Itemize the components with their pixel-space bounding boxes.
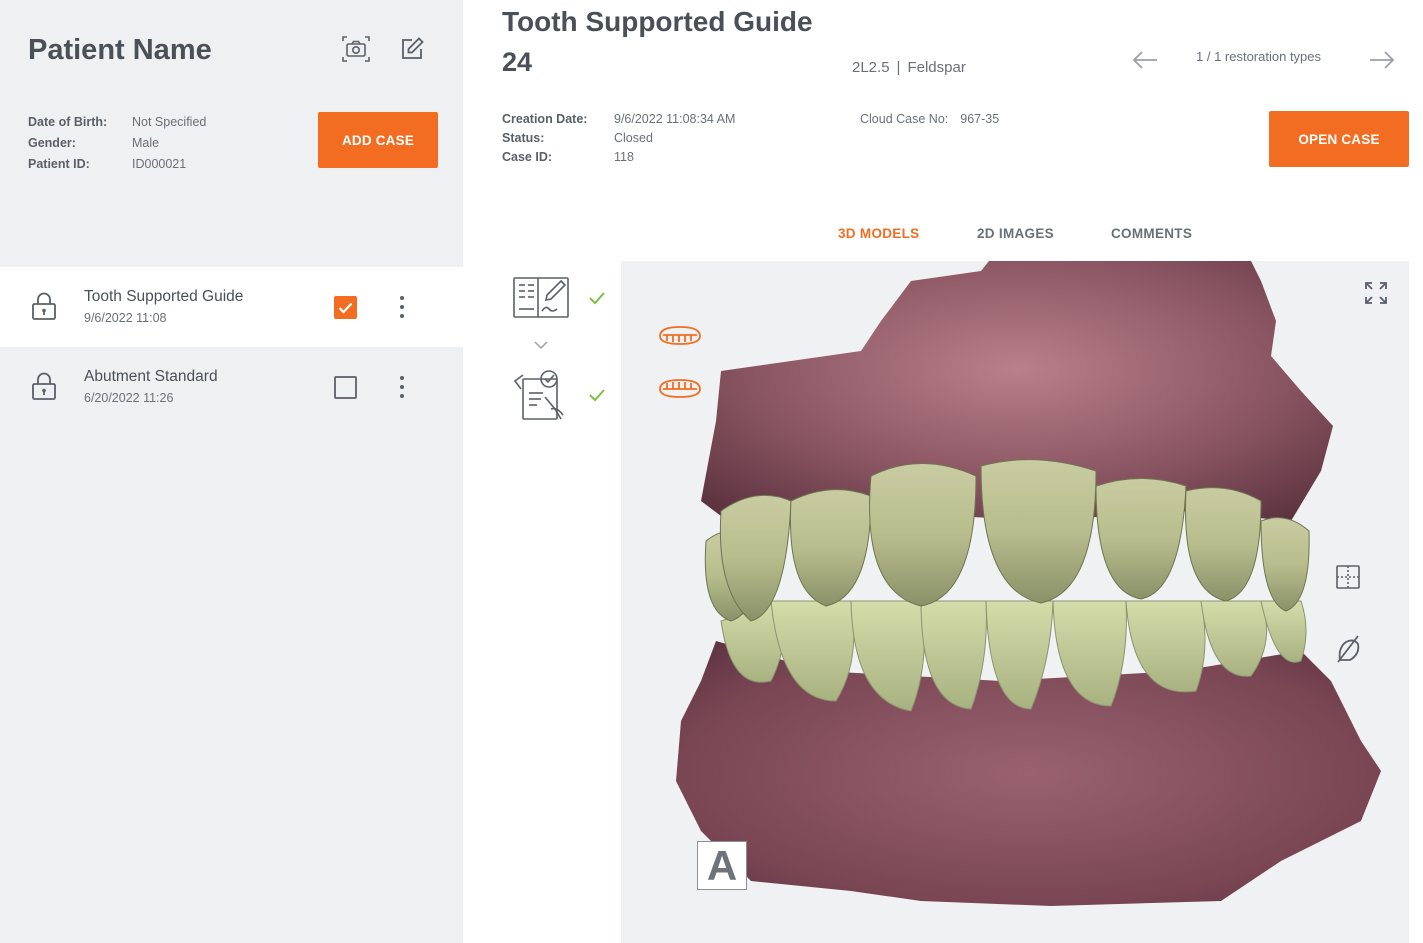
tab-comments[interactable]: COMMENTS	[1111, 226, 1192, 241]
section-view-button[interactable]	[1333, 562, 1363, 592]
patient-id-row: Patient ID: ID000021	[28, 154, 206, 175]
case-id-value: 118	[614, 150, 634, 164]
lock-icon	[32, 372, 56, 400]
creation-date-label: Creation Date:	[502, 112, 588, 126]
patient-sidebar: Patient Name Date of Birth: Not Specifie…	[0, 0, 463, 943]
case-meta: Creation Date: 9/6/2022 11:08:34 AM Stat…	[502, 110, 735, 167]
gender-label: Gender:	[28, 136, 76, 150]
kebab-dot	[400, 304, 404, 309]
case-title: Tooth Supported Guide	[84, 288, 244, 305]
step-complete-check-icon	[589, 389, 605, 402]
edit-icon	[402, 37, 424, 59]
workflow-step-approval[interactable]	[511, 367, 571, 427]
tab-2d-images[interactable]: 2D IMAGES	[977, 226, 1054, 241]
add-case-button[interactable]: ADD CASE	[318, 112, 438, 168]
lower-jaw-toggle[interactable]	[657, 377, 703, 401]
cloud-case-number: Cloud Case No: 967-35	[860, 110, 999, 129]
chevron-down-icon	[534, 341, 548, 350]
case-checkbox[interactable]	[334, 296, 357, 319]
orientation-cube[interactable]: A	[697, 841, 747, 890]
upper-jaw-icon	[659, 326, 701, 345]
kebab-dot	[400, 295, 404, 300]
workflow-step-design[interactable]	[511, 275, 571, 335]
restoration-separator: |	[896, 59, 901, 76]
cloud-case-row: Cloud Case No: 967-35	[860, 110, 999, 129]
case-date: 9/6/2022 11:08	[84, 311, 167, 325]
kebab-dot	[400, 375, 404, 380]
patient-name: Patient Name	[28, 34, 212, 66]
gender-value: Male	[132, 136, 160, 150]
design-form-icon	[513, 277, 569, 318]
case-title: Abutment Standard	[84, 368, 218, 385]
status-label: Status:	[502, 131, 545, 145]
next-restoration-button[interactable]	[1367, 45, 1397, 75]
restoration-counter: 1 / 1 restoration types	[1196, 49, 1322, 64]
tab-3d-models[interactable]: 3D MODELS	[838, 226, 919, 241]
restoration-material: Feldspar	[907, 59, 966, 76]
patient-dob-row: Date of Birth: Not Specified	[28, 112, 206, 133]
section-view-icon	[1336, 565, 1360, 589]
case-id-row: Case ID: 118	[502, 148, 735, 167]
creation-date-value: 9/6/2022 11:08:34 AM	[614, 112, 736, 126]
visibility-off-icon	[1337, 635, 1360, 663]
case-title-heading: Tooth Supported Guide	[502, 6, 813, 37]
tooth-number: 24	[502, 47, 533, 77]
patient-info: Date of Birth: Not Specified Gender: Mal…	[28, 112, 206, 175]
status-row: Status: Closed	[502, 129, 735, 148]
open-case-button[interactable]: OPEN CASE	[1269, 111, 1409, 167]
upper-jaw-toggle[interactable]	[657, 324, 703, 348]
kebab-dot	[400, 384, 404, 389]
arrow-right-icon	[1370, 51, 1395, 69]
step-complete-check-icon	[589, 292, 605, 305]
edit-patient-button[interactable]	[395, 32, 429, 66]
camera-button[interactable]	[339, 32, 373, 66]
status-value: Closed	[614, 131, 653, 145]
approval-clipboard-icon	[513, 370, 564, 420]
cloud-case-value: 967-35	[960, 112, 1000, 126]
lower-jaw-icon	[659, 379, 701, 398]
dob-label: Date of Birth:	[28, 115, 108, 129]
creation-date-row: Creation Date: 9/6/2022 11:08:34 AM	[502, 110, 735, 129]
checkmark-icon	[338, 302, 353, 314]
case-list-item[interactable]: Abutment Standard 6/20/2022 11:26	[0, 347, 463, 427]
patient-gender-row: Gender: Male	[28, 133, 206, 154]
case-more-menu[interactable]	[392, 373, 412, 401]
restoration-shade: 2L2.5	[852, 59, 890, 76]
camera-icon	[342, 36, 370, 62]
visibility-toggle-button[interactable]	[1333, 634, 1363, 664]
arrow-left-icon	[1132, 51, 1157, 69]
patient-id-value: ID000021	[132, 157, 187, 171]
case-more-menu[interactable]	[392, 293, 412, 321]
fullscreen-button[interactable]	[1361, 278, 1391, 308]
patient-id-label: Patient ID:	[28, 157, 90, 171]
cloud-case-label: Cloud Case No:	[860, 112, 949, 126]
case-id-label: Case ID:	[502, 150, 553, 164]
case-list-item[interactable]: Tooth Supported Guide 9/6/2022 11:08	[0, 267, 463, 347]
case-checkbox[interactable]	[334, 376, 357, 399]
lock-icon	[32, 292, 56, 320]
case-date: 6/20/2022 11:26	[84, 391, 174, 405]
kebab-dot	[400, 314, 404, 319]
fullscreen-icon	[1365, 282, 1387, 304]
restoration-info: 2L2.5 | Feldspar	[852, 59, 966, 76]
dob-value: Not Specified	[132, 115, 207, 129]
kebab-dot	[400, 394, 404, 399]
previous-restoration-button[interactable]	[1130, 45, 1160, 75]
